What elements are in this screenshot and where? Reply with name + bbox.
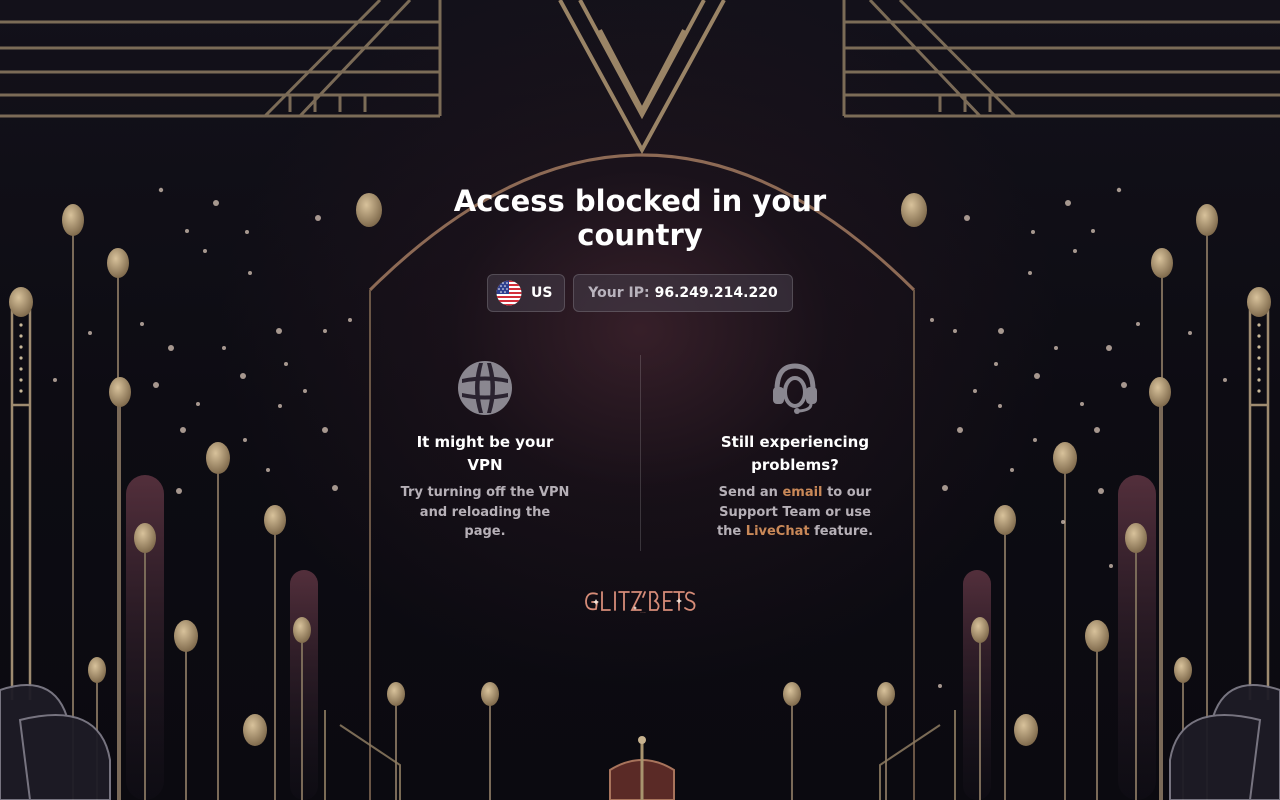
page-background: Access blocked in your country US Your I… [0, 0, 1280, 800]
globe-icon [458, 361, 512, 415]
headset-icon [773, 363, 817, 414]
location-info: US Your IP: 96.249.214.220 [487, 274, 793, 312]
glitzbets-logo: GLITZ BETS [585, 591, 696, 614]
page-title: Access blocked in your country [453, 184, 827, 252]
logo-text: GLITZ BETS [640, 612, 646, 614]
country-code: US [531, 285, 553, 301]
support-text-before: Send an [718, 485, 778, 500]
blocked-notice: Access blocked in your country US Your I… [0, 0, 1280, 800]
country-badge: US [487, 274, 565, 312]
ip-badge: Your IP: 96.249.214.220 [573, 274, 793, 312]
vpn-tip-title: It might be your VPN [416, 433, 554, 474]
vpn-tip: It might be your VPN Try turning off the… [390, 360, 580, 542]
email-link[interactable]: email [782, 485, 822, 500]
column-divider [640, 355, 641, 551]
support-text-after: feature. [814, 524, 874, 539]
ip-value: 96.249.214.220 [654, 285, 778, 301]
support-tip-text: Send an email to our Support Team or use… [710, 483, 880, 542]
vpn-tip-text: Try turning off the VPN and reloading th… [400, 485, 570, 539]
us-flag-icon [496, 280, 522, 306]
support-tip-title: Still experiencing problems? [720, 433, 870, 474]
ip-label: Your IP: [588, 285, 650, 301]
livechat-link[interactable]: LiveChat [746, 524, 810, 539]
support-tip: Still experiencing problems? Send an ema… [700, 360, 890, 542]
